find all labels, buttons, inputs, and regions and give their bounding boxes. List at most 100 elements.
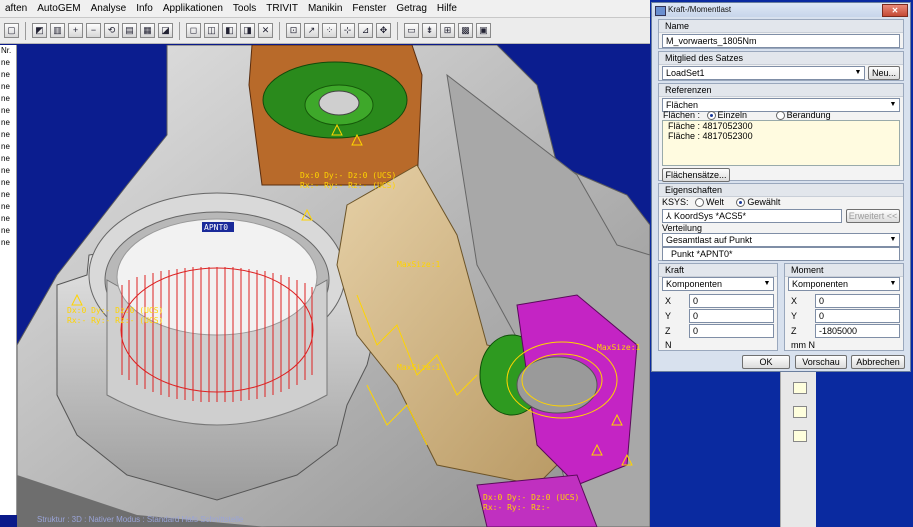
analysis-icon[interactable]: ▭ bbox=[404, 23, 419, 38]
surface-sets-button[interactable]: Flächensätze... bbox=[662, 168, 730, 182]
moment-z-input[interactable]: -1805000 bbox=[815, 324, 900, 338]
results-icon[interactable]: ▩ bbox=[458, 23, 473, 38]
radio-selected[interactable] bbox=[736, 198, 746, 208]
radio-world[interactable] bbox=[695, 198, 705, 208]
no-hidden-icon[interactable]: ◧ bbox=[222, 23, 237, 38]
moment-mode-value: Komponenten bbox=[792, 279, 849, 289]
member-group: Mitglied des Satzes LoadSet1 ▼ Neu... bbox=[658, 51, 904, 81]
status-text: Struktur : 3D : Nativer Modus : Standard… bbox=[37, 515, 244, 524]
ok-button[interactable]: OK bbox=[742, 355, 790, 369]
advanced-button[interactable]: Erweitert << bbox=[846, 209, 900, 223]
tree-item[interactable]: ne bbox=[0, 57, 16, 69]
repaint-icon[interactable]: ▥ bbox=[50, 23, 65, 38]
moment-x-input[interactable]: 0 bbox=[815, 294, 900, 308]
reference-list[interactable]: Fläche : 4817052300 Fläche : 4817052300 bbox=[662, 120, 900, 166]
force-unit: N bbox=[665, 340, 672, 350]
reorient-icon[interactable]: ⟲ bbox=[104, 23, 119, 38]
ucs-label-5: Dx:0 Dy:- Dz:0 (UCS) bbox=[483, 493, 579, 502]
radio-boundary[interactable] bbox=[775, 111, 785, 121]
tree-item[interactable]: Nr. bbox=[0, 45, 16, 57]
menu-item[interactable]: Analyse bbox=[86, 0, 132, 17]
saved-views-icon[interactable]: ▤ bbox=[122, 23, 137, 38]
menu-item[interactable]: aften bbox=[0, 0, 32, 17]
refit-icon[interactable]: ▢ bbox=[4, 23, 19, 38]
menu-item[interactable]: Applikationen bbox=[158, 0, 228, 17]
menu-item[interactable]: AutoGEM bbox=[32, 0, 85, 17]
point-field[interactable]: Punkt *APNT0* bbox=[662, 247, 900, 261]
tool-icon[interactable] bbox=[793, 382, 807, 394]
force-mode-select[interactable]: Komponenten ▼ bbox=[662, 277, 774, 291]
zoom-out-icon[interactable]: − bbox=[86, 23, 101, 38]
tree-item[interactable]: ne bbox=[0, 237, 16, 249]
force-y-input[interactable]: 0 bbox=[689, 309, 774, 323]
force-z-label: Z bbox=[665, 326, 671, 336]
distribution-select[interactable]: Gesamtlast auf Punkt ▼ bbox=[662, 233, 900, 247]
tree-item[interactable]: ne bbox=[0, 165, 16, 177]
tree-item[interactable]: ne bbox=[0, 213, 16, 225]
tree-item[interactable]: ne bbox=[0, 225, 16, 237]
close-icon[interactable]: ✕ bbox=[882, 4, 908, 17]
toolbar-separator bbox=[397, 21, 398, 40]
close-view-icon[interactable]: ✕ bbox=[258, 23, 273, 38]
surfaces-label: Flächen : bbox=[663, 110, 701, 120]
menu-item[interactable]: Fenster bbox=[347, 0, 391, 17]
tree-item[interactable]: ne bbox=[0, 69, 16, 81]
datum-points-icon[interactable]: ⁘ bbox=[322, 23, 337, 38]
moment-header: Moment bbox=[785, 264, 903, 277]
force-x-input[interactable]: 0 bbox=[689, 294, 774, 308]
toolbar-separator bbox=[25, 21, 26, 40]
radio-single[interactable] bbox=[706, 111, 716, 121]
dialog-title: Kraft-/Momentlast bbox=[668, 5, 732, 14]
loadset-select[interactable]: LoadSet1 ▼ bbox=[662, 66, 865, 80]
constraints-icon[interactable]: ⊞ bbox=[440, 23, 455, 38]
loads-icon[interactable]: ⇟ bbox=[422, 23, 437, 38]
hidden-line-icon[interactable]: ◫ bbox=[204, 23, 219, 38]
spin-center-icon[interactable]: ✥ bbox=[376, 23, 391, 38]
menu-item[interactable]: Tools bbox=[228, 0, 261, 17]
tree-item[interactable]: ne bbox=[0, 129, 16, 141]
tree-item[interactable]: ne bbox=[0, 93, 16, 105]
list-item[interactable]: Fläche : 4817052300 bbox=[663, 121, 899, 131]
app-icon bbox=[655, 6, 666, 16]
tool-icon[interactable] bbox=[793, 406, 807, 418]
shaded-icon[interactable]: ◨ bbox=[240, 23, 255, 38]
mesh-icon[interactable]: ▣ bbox=[476, 23, 491, 38]
csys-field[interactable]: ⅄ KoordSys *ACS5* bbox=[662, 209, 842, 223]
menu-item[interactable]: Manikin bbox=[303, 0, 347, 17]
menu-item[interactable]: TRIVIT bbox=[261, 0, 303, 17]
tree-item[interactable]: ne bbox=[0, 153, 16, 165]
tree-item[interactable]: ne bbox=[0, 117, 16, 129]
tree-item[interactable]: ne bbox=[0, 189, 16, 201]
dialog-titlebar[interactable]: Kraft-/Momentlast ✕ bbox=[652, 3, 910, 17]
shading-icon[interactable]: ◪ bbox=[158, 23, 173, 38]
csys-icon[interactable]: ⊹ bbox=[340, 23, 355, 38]
maxsize-label-1: MaxSize:1 bbox=[397, 260, 441, 269]
preview-button[interactable]: Vorschau bbox=[795, 355, 847, 369]
name-input[interactable]: M_vorwaerts_1805Nm bbox=[662, 34, 900, 48]
tree-item[interactable]: ne bbox=[0, 141, 16, 153]
new-loadset-button[interactable]: Neu... bbox=[868, 66, 900, 80]
datum-planes-icon[interactable]: ⊡ bbox=[286, 23, 301, 38]
cancel-button[interactable]: Abbrechen bbox=[851, 355, 905, 369]
tree-item[interactable]: ne bbox=[0, 177, 16, 189]
menu-item[interactable]: Hilfe bbox=[432, 0, 462, 17]
tree-item[interactable]: ne bbox=[0, 81, 16, 93]
name-group: Name M_vorwaerts_1805Nm bbox=[658, 19, 904, 49]
maxsize-label-2: MaxSize:1 bbox=[397, 363, 441, 372]
list-item[interactable]: Fläche : 4817052300 bbox=[663, 131, 899, 141]
menu-item[interactable]: Info bbox=[131, 0, 158, 17]
force-z-input[interactable]: 0 bbox=[689, 324, 774, 338]
wireframe-icon[interactable]: ◻ bbox=[186, 23, 201, 38]
annotations-icon[interactable]: ⊿ bbox=[358, 23, 373, 38]
moment-mode-select[interactable]: Komponenten ▼ bbox=[788, 277, 900, 291]
3d-viewport[interactable]: APNT0 Dx:0 Dy:- Dz:0 (UCS) Rx:- Ry:- Rz:… bbox=[17, 45, 650, 527]
view-icon[interactable]: ◩ bbox=[32, 23, 47, 38]
moment-y-input[interactable]: 0 bbox=[815, 309, 900, 323]
datum-axes-icon[interactable]: ↗ bbox=[304, 23, 319, 38]
menu-item[interactable]: Getrag bbox=[391, 0, 432, 17]
tree-item[interactable]: ne bbox=[0, 105, 16, 117]
zoom-in-icon[interactable]: + bbox=[68, 23, 83, 38]
tool-icon[interactable] bbox=[793, 430, 807, 442]
layers-icon[interactable]: ▦ bbox=[140, 23, 155, 38]
tree-item[interactable]: ne bbox=[0, 201, 16, 213]
